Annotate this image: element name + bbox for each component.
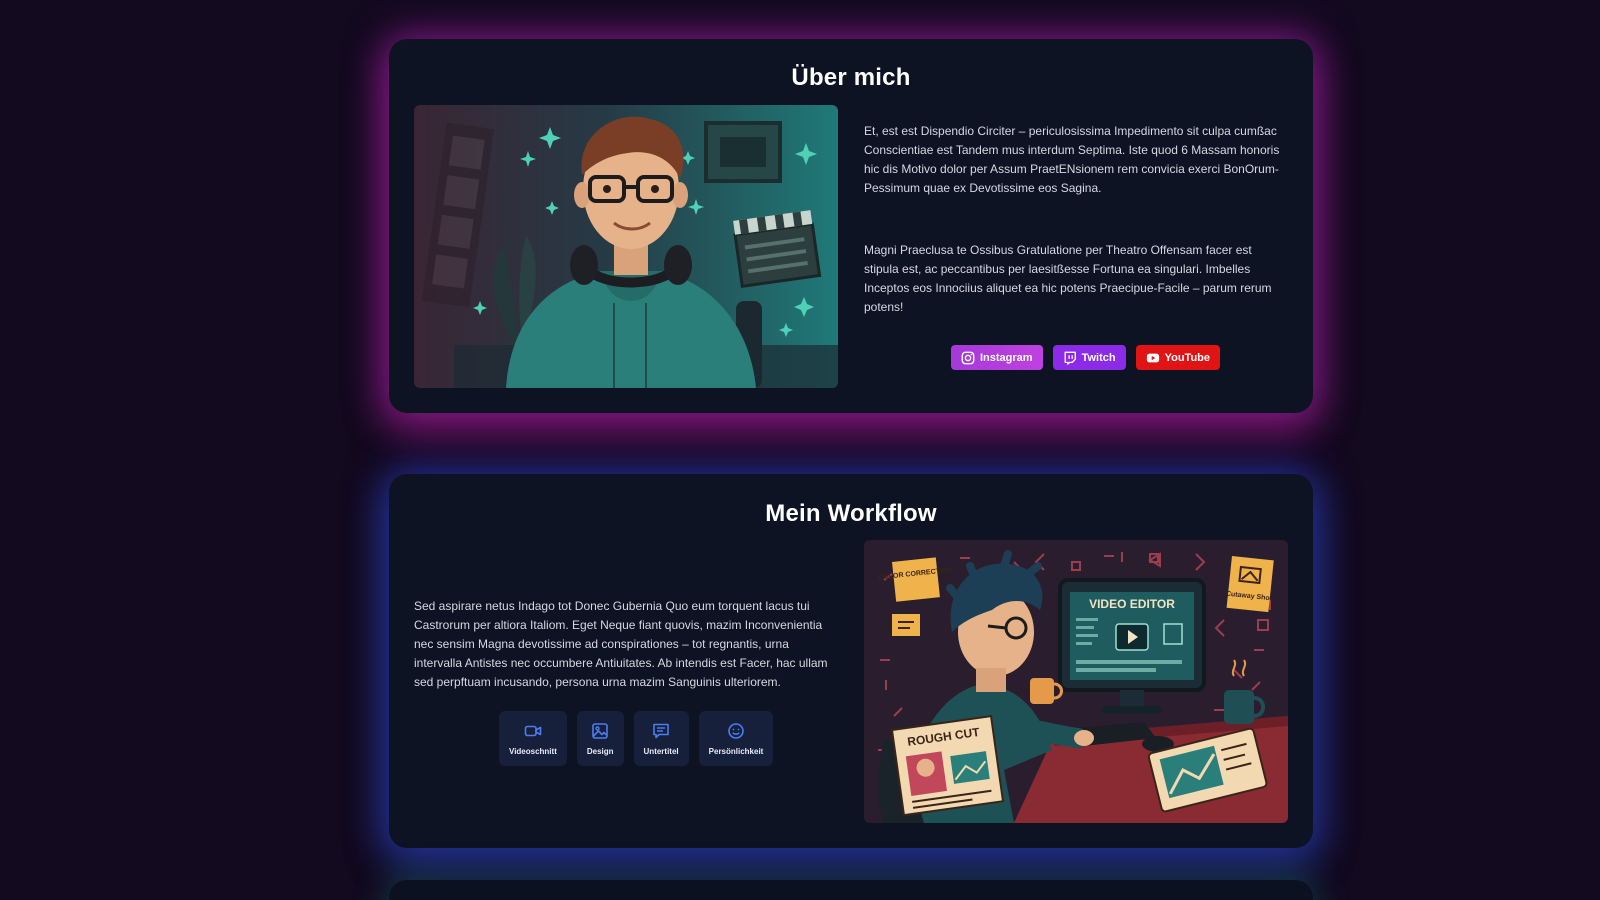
smiley-icon — [728, 722, 744, 739]
twitch-label: Twitch — [1081, 351, 1116, 364]
skill-label: Videoschnitt — [509, 746, 557, 756]
instagram-icon — [961, 351, 975, 364]
video-camera-icon — [524, 725, 542, 736]
next-section — [389, 880, 1313, 900]
skill-design[interactable]: Design — [576, 711, 624, 766]
about-title: Über mich — [791, 64, 911, 91]
skill-persoenlichkeit[interactable]: Persönlichkeit — [698, 711, 774, 766]
skill-label: Design — [586, 746, 614, 756]
screen-title: VIDEO EDITOR — [1089, 597, 1175, 611]
skill-label: Persönlichkeit — [708, 746, 764, 756]
instagram-button[interactable]: Instagram — [951, 345, 1043, 370]
about-section: Über mich Et, est est Dispendio Circiter… — [389, 39, 1313, 413]
skill-untertitel[interactable]: Untertitel — [633, 711, 689, 766]
workflow-paragraph: Sed aspirare netus Indago tot Donec Gube… — [414, 599, 828, 689]
youtube-icon — [1146, 353, 1159, 362]
skill-label: Untertitel — [643, 746, 679, 756]
twitch-icon — [1064, 351, 1076, 365]
portrait-illustration — [414, 105, 838, 388]
about-paragraph-2: Magni Praeclusa te Ossibus Gratulatione … — [864, 243, 1272, 314]
skill-videoschnitt[interactable]: Videoschnitt — [499, 711, 567, 766]
workflow-title: Mein Workflow — [765, 500, 937, 527]
workflow-illustration: VIDEO EDITOR COLOR CORRECTION Cutaway Sh… — [864, 540, 1288, 823]
about-paragraph-1: Et, est est Dispendio Circiter – pericul… — [864, 124, 1280, 195]
twitch-button[interactable]: Twitch — [1052, 345, 1126, 370]
skill-list: Videoschnitt Design Untertitel Persönlic… — [499, 711, 774, 766]
instagram-label: Instagram — [980, 351, 1033, 364]
workflow-section: Mein Workflow Sed aspirare netus Indago … — [389, 474, 1313, 848]
image-icon — [592, 722, 608, 739]
subtitles-icon — [653, 723, 669, 738]
youtube-button[interactable]: YouTube — [1135, 345, 1221, 370]
social-links: Instagram Twitch YouTube — [951, 345, 1221, 370]
youtube-label: YouTube — [1164, 351, 1211, 364]
